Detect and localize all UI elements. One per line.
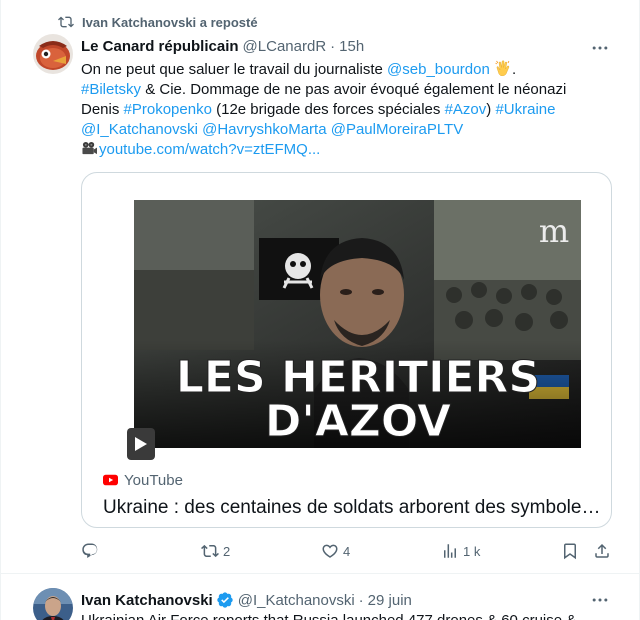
card-source-label: YouTube	[124, 471, 183, 489]
tweet-text: Ukrainian Air Force reports that Russia …	[81, 612, 601, 620]
timestamp[interactable]: 29 juin	[368, 592, 412, 609]
tweet-actions: 2 4 1 k	[81, 541, 612, 561]
mention-i-katchanovski[interactable]: @I_Katchanovski	[81, 121, 198, 138]
author-handle[interactable]: @I_Katchanovski	[238, 592, 355, 609]
separator: ·	[330, 37, 336, 55]
text-part: On ne peut que saluer le travail du jour…	[81, 61, 388, 78]
reply-button[interactable]	[81, 541, 103, 561]
repost-count: 2	[223, 543, 231, 559]
hashtag-ukraine[interactable]: #Ukraine	[495, 101, 555, 118]
text-part: .	[512, 61, 517, 78]
like-button[interactable]: 4	[321, 541, 350, 561]
hashtag-biletsky[interactable]: #Biletsky	[81, 81, 141, 98]
text-part: (12e brigade des forces spéciales	[211, 101, 445, 118]
tweet-text: On ne peut que saluer le travail du jour…	[81, 59, 601, 160]
bookmark-button[interactable]	[561, 541, 579, 561]
avatar[interactable]	[33, 34, 73, 74]
more-icon[interactable]	[590, 38, 610, 58]
views-icon	[444, 544, 456, 558]
tweet-repost[interactable]: Ivan Katchanovski a reposté Le Canard ré…	[0, 0, 640, 574]
card-title[interactable]: Ukraine : des centaines de soldats arbor…	[103, 497, 603, 519]
avatar[interactable]	[33, 588, 73, 620]
reply-icon	[82, 543, 98, 559]
video-thumbnail[interactable]: m LES HERITIERS D'AZOV	[134, 200, 581, 448]
repost-indicator[interactable]: Ivan Katchanovski a reposté	[58, 14, 258, 30]
share-button[interactable]	[593, 541, 611, 561]
youtube-icon	[103, 474, 118, 486]
play-icon	[135, 437, 147, 451]
author-name[interactable]: Le Canard républicain	[81, 38, 239, 55]
author-handle[interactable]: @LCanardR	[243, 38, 327, 55]
film-camera-emoji-icon	[82, 141, 97, 155]
repost-button[interactable]: 2	[201, 541, 230, 561]
timestamp[interactable]: 15h	[339, 38, 364, 55]
play-button[interactable]	[127, 428, 155, 460]
repost-label: Ivan Katchanovski a reposté	[82, 14, 258, 30]
more-icon[interactable]	[590, 590, 610, 610]
like-count: 4	[343, 543, 351, 559]
bookmark-icon	[564, 543, 576, 560]
mention-paulmoreirapltv[interactable]: @PaulMoreiraPLTV	[331, 121, 464, 138]
tweet[interactable]: Ivan Katchanovski @I_Katchanovski · 29 j…	[0, 574, 640, 620]
card-source: YouTube	[103, 470, 183, 490]
hashtag-azov[interactable]: #Azov	[445, 101, 487, 118]
tweet-header: Ivan Katchanovski @I_Katchanovski · 29 j…	[81, 590, 412, 610]
like-icon	[322, 544, 338, 558]
thumbnail-logo: m	[539, 212, 569, 250]
separator: ·	[358, 591, 364, 609]
mention-havryshkomarta[interactable]: @HavryshkoMarta	[202, 121, 326, 138]
thumbnail-title-line2: D'AZOV	[265, 396, 451, 447]
views-count: 1 k	[463, 543, 481, 559]
verified-badge-icon	[217, 592, 233, 608]
share-icon	[595, 543, 609, 558]
youtube-link[interactable]: youtube.com/watch?v=ztEFMQ...	[99, 141, 320, 158]
mention-seb-bourdon[interactable]: @seb_bourdon	[387, 61, 490, 78]
repost-icon	[58, 16, 74, 28]
link-card[interactable]: m LES HERITIERS D'AZOV YouTube Ukraine :…	[81, 172, 612, 528]
views-button[interactable]: 1 k	[441, 541, 480, 561]
repost-icon	[201, 544, 219, 558]
author-name[interactable]: Ivan Katchanovski	[81, 592, 213, 609]
hashtag-prokopenko[interactable]: #Prokopenko	[124, 101, 212, 118]
video-thumbnail-container[interactable]: m LES HERITIERS D'AZOV	[98, 189, 597, 460]
tweet-header: Le Canard républicain @LCanardR · 15h	[81, 36, 364, 56]
clap-emoji-icon	[495, 60, 510, 76]
